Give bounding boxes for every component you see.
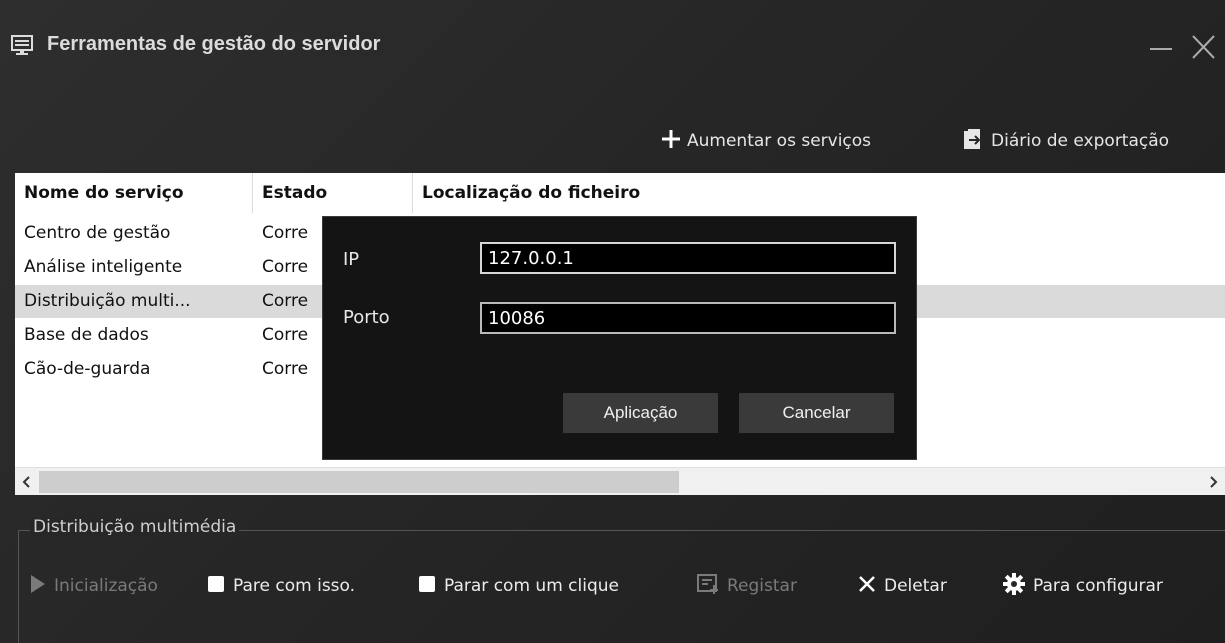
ip-label: IP <box>343 249 360 270</box>
window-title: Ferramentas de gestão do servidor <box>47 33 381 55</box>
stop-all-icon <box>418 575 444 598</box>
cell-service-name: Análise inteligente <box>24 257 183 277</box>
plus-icon <box>661 129 687 154</box>
group-title: Distribuição multimédia <box>30 517 240 537</box>
export-log-button[interactable]: Diário de exportação <box>963 126 1169 156</box>
title-bar: Ferramentas de gestão do servidor <box>0 0 1225 95</box>
register-label: Registar <box>727 576 797 596</box>
minimize-button[interactable] <box>1146 32 1176 62</box>
x-icon <box>858 575 884 598</box>
add-services-label: Aumentar os serviços <box>687 131 872 151</box>
start-label: Inicialização <box>54 576 158 596</box>
stop-button[interactable]: Pare com isso. <box>207 571 355 601</box>
register-icon <box>697 573 727 600</box>
stop-all-label: Parar com um clique <box>444 576 619 596</box>
register-button[interactable]: Registar <box>697 571 797 601</box>
cell-service-name: Cão-de-guarda <box>24 359 151 379</box>
server-management-window: Ferramentas de gestão do servidor Aument… <box>0 0 1225 643</box>
apply-button[interactable]: Aplicação <box>563 393 718 433</box>
port-label: Porto <box>343 307 390 328</box>
scroll-right-arrow-icon[interactable] <box>1201 468 1225 495</box>
stop-label: Pare com isso. <box>233 576 356 596</box>
stop-square-icon <box>207 575 233 598</box>
add-services-button[interactable]: Aumentar os serviços <box>661 126 871 156</box>
server-monitor-icon <box>11 35 33 57</box>
configure-button[interactable]: Para configurar <box>1003 571 1163 601</box>
table-header: Nome do serviço Estado Localização do fi… <box>15 173 1225 213</box>
export-log-label: Diário de exportação <box>991 131 1170 151</box>
port-input[interactable] <box>480 302 896 334</box>
scrollbar-thumb[interactable] <box>39 471 679 493</box>
start-button[interactable]: Inicialização <box>30 571 158 601</box>
cell-service-name: Distribuição multi... <box>24 291 191 311</box>
delete-button[interactable]: Deletar <box>858 571 947 601</box>
play-icon <box>30 574 54 599</box>
connection-settings-dialog: IP Porto Aplicação Cancelar <box>322 216 917 460</box>
close-button[interactable] <box>1188 32 1218 62</box>
ip-input[interactable] <box>480 242 896 274</box>
configure-label: Para configurar <box>1033 576 1163 596</box>
column-header-service-name[interactable]: Nome do serviço <box>15 173 253 213</box>
scroll-left-arrow-icon[interactable] <box>15 468 39 495</box>
cell-service-name: Base de dados <box>24 325 149 345</box>
stop-all-button[interactable]: Parar com um clique <box>418 571 619 601</box>
column-header-file-location[interactable]: Localização do ficheiro <box>413 173 1225 213</box>
cancel-button[interactable]: Cancelar <box>739 393 894 433</box>
cell-service-name: Centro de gestão <box>24 223 171 243</box>
horizontal-scrollbar[interactable] <box>15 467 1225 495</box>
column-header-state[interactable]: Estado <box>253 173 413 213</box>
delete-label: Deletar <box>884 576 947 596</box>
export-icon <box>963 128 991 155</box>
gear-icon <box>1003 572 1033 600</box>
